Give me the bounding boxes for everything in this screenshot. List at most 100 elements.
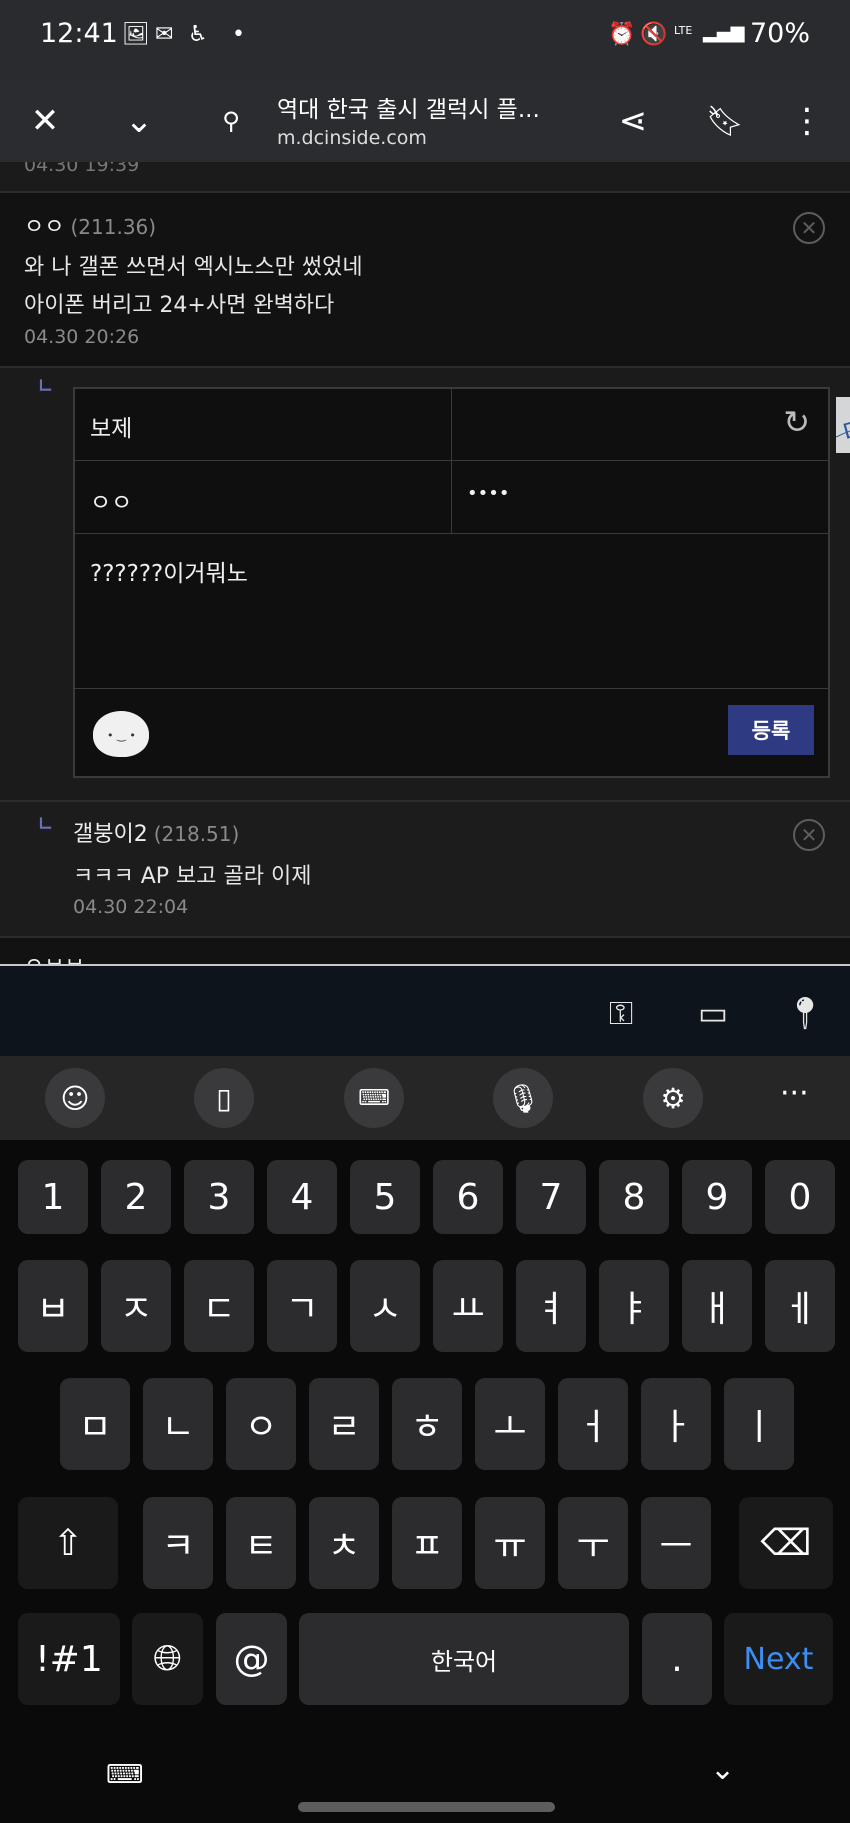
key-3[interactable]: 3	[184, 1160, 254, 1234]
key-ㄹ[interactable]: ㄹ	[309, 1378, 379, 1470]
signal-icon: ▂▄▆	[703, 22, 745, 43]
comment-body-line: 와 나 갤폰 쓰면서 엑시노스만 썼었네	[24, 255, 363, 280]
more-icon[interactable]: ···	[780, 1076, 809, 1111]
key-ㅊ[interactable]: ㅊ	[309, 1497, 379, 1589]
home-indicator[interactable]	[298, 1802, 555, 1812]
nickname-input[interactable]: ㅇㅇ	[90, 483, 132, 517]
key-icon[interactable]: ⚿	[596, 988, 646, 1038]
captcha-input[interactable]: 보제	[90, 409, 132, 443]
key-6[interactable]: 6	[433, 1160, 503, 1234]
mute-icon: 🔇	[640, 22, 668, 47]
key-label: 9	[705, 1176, 729, 1218]
share-icon[interactable]: ⋖	[606, 94, 660, 148]
key-ㅔ[interactable]: ㅔ	[765, 1260, 835, 1352]
key-5[interactable]: 5	[350, 1160, 420, 1234]
key-ㅍ[interactable]: ㅍ	[392, 1497, 462, 1589]
more-vert-icon[interactable]: ⋮	[780, 94, 834, 148]
reply-arrow-icon: ∟	[38, 376, 54, 397]
close-icon[interactable]: ✕	[18, 94, 72, 148]
key-ㅇ[interactable]: ㅇ	[226, 1378, 296, 1470]
key-ㄱ[interactable]: ㄱ	[267, 1260, 337, 1352]
comment-author: ㅇㅇ	[24, 215, 65, 240]
key-label: ㅜ	[576, 1526, 610, 1567]
clipboard-icon[interactable]: ▯	[194, 1068, 254, 1128]
backspace-icon: ⌫	[760, 1522, 812, 1564]
password-input[interactable]: ••••	[467, 483, 509, 504]
alarm-icon: ⏰	[608, 22, 636, 47]
hide-keyboard-icon[interactable]: ⌄	[710, 1752, 735, 1787]
mic-icon[interactable]: 🎙︎	[493, 1068, 553, 1128]
submit-button[interactable]: 등록	[728, 705, 814, 755]
backspace-key[interactable]: ⌫	[739, 1497, 833, 1589]
reply-arrow-icon: ∟	[38, 814, 54, 835]
period-key[interactable]: .	[642, 1613, 712, 1705]
comment: ㅇㅇ (211.36) ✕ 와 나 갤폰 쓰면서 엑시노스만 썼었네 아이폰 버리…	[0, 193, 850, 366]
dccon-emoticon-icon[interactable]: • ‿ •	[93, 711, 149, 757]
battery-level: 70%	[749, 18, 810, 49]
delete-comment-icon[interactable]: ✕	[793, 819, 825, 851]
key-1[interactable]: 1	[18, 1160, 88, 1234]
bookmark-icon[interactable]: 🔖︎	[698, 94, 752, 148]
key-label: ㅎ	[410, 1407, 444, 1448]
symbols-key[interactable]: !#1	[18, 1613, 120, 1705]
keyboard-switch-icon[interactable]: ⌨	[106, 1760, 144, 1790]
key-ㅎ[interactable]: ㅎ	[392, 1378, 462, 1470]
delete-comment-icon[interactable]: ✕	[793, 212, 825, 244]
key-ㅜ[interactable]: ㅜ	[558, 1497, 628, 1589]
key-ㅐ[interactable]: ㅐ	[682, 1260, 752, 1352]
key-9[interactable]: 9	[682, 1160, 752, 1234]
credit-card-icon[interactable]: ▭	[688, 988, 738, 1038]
key-label: ㅈ	[119, 1289, 153, 1330]
key-label: ㅌ	[244, 1526, 278, 1567]
key-ㅗ[interactable]: ㅗ	[475, 1378, 545, 1470]
key-ㅁ[interactable]: ㅁ	[60, 1378, 130, 1470]
mail-icon: ✉	[155, 22, 174, 47]
key-ㅅ[interactable]: ㅅ	[350, 1260, 420, 1352]
settings-icon[interactable]: ⚙	[643, 1068, 703, 1128]
key-4[interactable]: 4	[267, 1160, 337, 1234]
key-ㄷ[interactable]: ㄷ	[184, 1260, 254, 1352]
space-key[interactable]: 한국어	[299, 1613, 629, 1705]
status-bar: 12:41 🖼 ✉ ♿ • ⏰ 🔇 LTE ▂▄▆ 70%	[0, 0, 850, 80]
key-7[interactable]: 7	[516, 1160, 586, 1234]
chevron-down-icon[interactable]: ⌄	[112, 94, 166, 148]
key-label: 한국어	[430, 1647, 498, 1676]
key-2[interactable]: 2	[101, 1160, 171, 1234]
keyboard-toolbar: ☺ ▯ ⌨ 🎙︎ ⚙ ···	[0, 1056, 850, 1140]
comment-body: ㅋㅋㅋ AP 보고 골라 이제	[73, 864, 312, 889]
key-0[interactable]: 0	[765, 1160, 835, 1234]
key-ㅈ[interactable]: ㅈ	[101, 1260, 171, 1352]
site-settings-icon[interactable]: ⚲	[204, 94, 258, 148]
key-ㅌ[interactable]: ㅌ	[226, 1497, 296, 1589]
location-pin-icon[interactable]: 📍︎	[780, 988, 830, 1038]
key-ㅑ[interactable]: ㅑ	[599, 1260, 669, 1352]
key-ㅠ[interactable]: ㅠ	[475, 1497, 545, 1589]
key-ㅕ[interactable]: ㅕ	[516, 1260, 586, 1352]
comment-author: ㅇㅂㅂ	[24, 948, 85, 964]
key-label: ㅛ	[451, 1289, 485, 1330]
keypad-icon[interactable]: ⌨	[344, 1068, 404, 1128]
page-title[interactable]: 역대 한국 출시 갤럭시 플...	[277, 90, 540, 124]
key-ㅓ[interactable]: ㅓ	[558, 1378, 628, 1470]
key-8[interactable]: 8	[599, 1160, 669, 1234]
reply-content[interactable]: ??????이거뭐노	[90, 554, 248, 588]
refresh-icon[interactable]: ↻	[783, 403, 810, 441]
reply-textarea[interactable]: ??????이거뭐노	[75, 534, 830, 689]
key-ㅂ[interactable]: ㅂ	[18, 1260, 88, 1352]
key-label: @	[233, 1638, 270, 1680]
page-url[interactable]: m.dcinside.com	[277, 127, 427, 149]
key-ㅡ[interactable]: ㅡ	[641, 1497, 711, 1589]
key-ㅣ[interactable]: ㅣ	[724, 1378, 794, 1470]
at-key[interactable]: @	[216, 1613, 287, 1705]
key-ㄴ[interactable]: ㄴ	[143, 1378, 213, 1470]
key-ㅛ[interactable]: ㅛ	[433, 1260, 503, 1352]
next-key[interactable]: Next	[724, 1613, 833, 1705]
comment-body-line: 아이폰 버리고 24+사면 완벽하다	[24, 293, 335, 318]
emoji-icon[interactable]: ☺	[45, 1068, 105, 1128]
language-key[interactable]: 🌐︎	[132, 1613, 203, 1705]
key-ㅏ[interactable]: ㅏ	[641, 1378, 711, 1470]
shift-key[interactable]: ⇧	[18, 1497, 118, 1589]
key-label: ㄹ	[327, 1407, 361, 1448]
comment-timestamp: 04.30 20:26	[24, 326, 140, 348]
key-ㅋ[interactable]: ㅋ	[143, 1497, 213, 1589]
